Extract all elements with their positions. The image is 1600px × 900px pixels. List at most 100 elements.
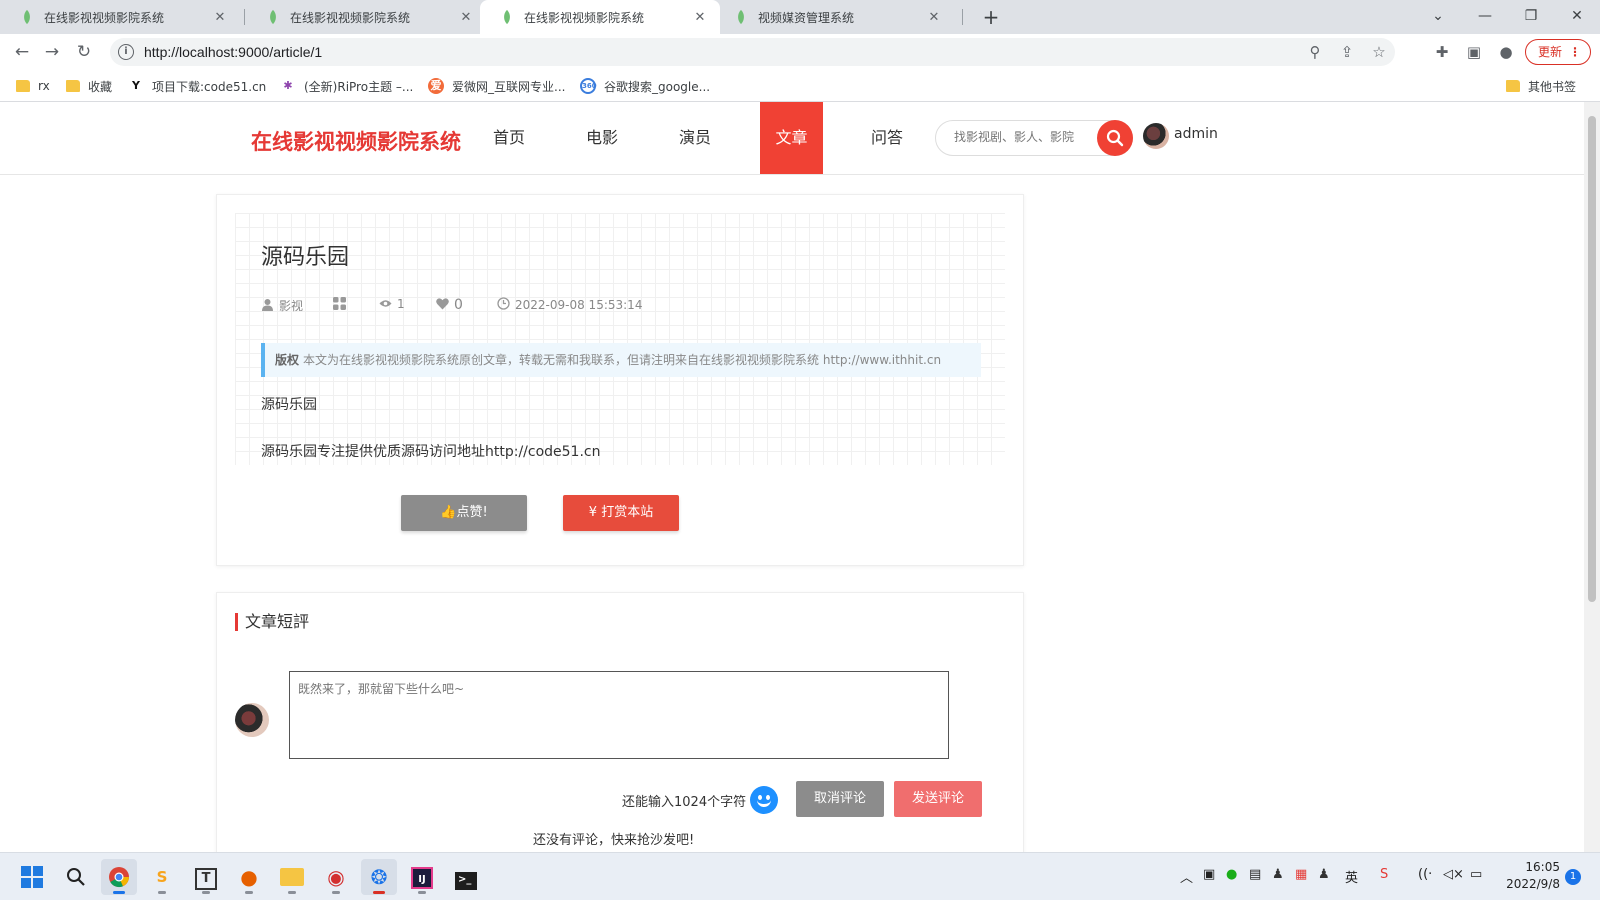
user-avatar[interactable]	[1143, 123, 1169, 149]
nav-articles[interactable]: 文章	[760, 102, 823, 174]
cancel-comment-button[interactable]: 取消评论	[796, 781, 884, 817]
tab-divider	[962, 9, 963, 25]
likes-count: 0	[454, 297, 463, 313]
tray-display-icon[interactable]: ▤	[1249, 867, 1261, 882]
browser-tab-3-active[interactable]: 在线影视视频影院系统 ✕	[480, 0, 720, 34]
bookmark-ripro[interactable]: ✱ (全新)RiPro主题 –...	[280, 77, 413, 95]
tab-title: 在线影视视频影院系统	[44, 10, 165, 25]
chrome-app-icon[interactable]	[101, 859, 137, 895]
snail-app-icon[interactable]: ◉	[318, 859, 354, 895]
minimize-button[interactable]: —	[1462, 0, 1508, 34]
site-header: 在线影视视频影院系统 首页 电影 演员 文章 问答 admin	[0, 102, 1584, 175]
bookmark-folder-favorites[interactable]: 收藏	[66, 77, 112, 95]
ripro-logo-icon: ✱	[283, 79, 293, 92]
search-icon[interactable]	[58, 859, 94, 895]
aiwei-logo-icon: 爱	[428, 78, 444, 94]
firefox-app-icon[interactable]: ●	[231, 859, 267, 895]
comment-textarea[interactable]	[289, 671, 949, 759]
close-window-button[interactable]: ✕	[1554, 0, 1600, 34]
forward-arrow-icon[interactable]: →	[38, 40, 66, 64]
intellij-app-icon[interactable]: IJ	[404, 859, 440, 895]
navicat-app-icon[interactable]: ❂	[361, 859, 397, 895]
tray-qq-icon-2[interactable]: ♟	[1318, 867, 1330, 882]
search-button[interactable]	[1097, 120, 1133, 156]
comment-card: 文章短評 还能输入1024个字符 取消评论 发送评论 还没有评论，快来抢沙发吧!	[216, 592, 1024, 852]
extensions-puzzle-icon[interactable]: ✚	[1430, 40, 1454, 64]
file-explorer-app-icon[interactable]	[274, 859, 310, 895]
volume-muted-icon[interactable]: ◁×	[1443, 867, 1464, 882]
sublime-text-app-icon[interactable]: S	[144, 859, 180, 895]
article-views: 1	[379, 297, 405, 311]
tray-intellij-icon[interactable]: ▣	[1203, 867, 1215, 882]
tray-grid-icon[interactable]: ▦	[1295, 867, 1307, 882]
tab-title: 视频媒资管理系统	[758, 10, 855, 25]
share-icon[interactable]: ⇪	[1331, 43, 1363, 61]
send-comment-button[interactable]: 发送评论	[894, 781, 982, 817]
browser-tab-4[interactable]: 视频媒资管理系统 ✕	[714, 0, 954, 34]
update-button[interactable]: 更新 ⋮	[1525, 39, 1591, 65]
bookmark-label: (全新)RiPro主题 –...	[304, 79, 414, 94]
scrollbar-thumb[interactable]	[1588, 116, 1596, 602]
tab-search-chevron-icon[interactable]: ⌄	[1415, 0, 1461, 34]
restore-button[interactable]: ❐	[1508, 0, 1554, 34]
side-panel-icon[interactable]: ▣	[1462, 40, 1486, 64]
close-tab-icon[interactable]: ✕	[692, 10, 708, 25]
site-info-icon[interactable]: i	[118, 44, 134, 60]
zoom-icon[interactable]: ⚲	[1299, 43, 1331, 61]
tray-qq-icon[interactable]: ♟	[1272, 867, 1284, 882]
like-button[interactable]: 👍点赞!	[401, 495, 527, 531]
back-arrow-icon[interactable]: ←	[8, 40, 36, 64]
tray-sogou-icon[interactable]: S	[1380, 867, 1388, 882]
close-tab-icon[interactable]: ✕	[212, 10, 228, 25]
nav-home[interactable]: 首页	[478, 102, 540, 174]
profile-icon[interactable]: ●	[1494, 40, 1518, 64]
update-label: 更新	[1538, 45, 1563, 59]
article-category[interactable]	[333, 297, 351, 313]
nav-actors[interactable]: 演员	[664, 102, 726, 174]
browser-tab-1[interactable]: 在线影视视频影院系统 ✕	[0, 0, 240, 34]
browser-tab-2[interactable]: 在线影视视频影院系统 ✕	[246, 0, 486, 34]
nav-qa[interactable]: 问答	[856, 102, 918, 174]
nav-movies[interactable]: 电影	[571, 102, 633, 174]
comments-heading: 文章短評	[235, 613, 309, 631]
wifi-icon[interactable]: ((·	[1418, 867, 1432, 882]
article-title: 源码乐园	[261, 245, 350, 270]
folder-icon	[1506, 80, 1520, 92]
close-tab-icon[interactable]: ✕	[458, 10, 474, 25]
close-tab-icon[interactable]: ✕	[926, 10, 942, 25]
user-name[interactable]: admin	[1174, 126, 1218, 142]
notification-badge[interactable]: 1	[1565, 869, 1581, 885]
typora-app-icon[interactable]: T	[188, 859, 224, 895]
article-author[interactable]: 影视	[261, 297, 303, 314]
bookmark-google[interactable]: 360 谷歌搜索_google...	[580, 77, 710, 95]
bookmark-code51[interactable]: Y 项目下载:code51.cn	[128, 77, 266, 95]
ime-indicator[interactable]: 英	[1345, 867, 1358, 886]
url-text[interactable]: http://localhost:9000/article/1	[144, 44, 1299, 60]
article-grid-background	[235, 213, 1005, 465]
page-scrollbar[interactable]	[1584, 102, 1600, 852]
tray-overflow-chevron-icon[interactable]: ︿	[1180, 867, 1193, 886]
menu-dots-icon: ⋮	[1569, 45, 1581, 59]
bookmark-label: 爱微网_互联网专业...	[452, 79, 566, 94]
eye-icon	[379, 297, 392, 311]
folder-icon	[16, 80, 30, 92]
tray-wechat-icon[interactable]: ●	[1226, 867, 1237, 882]
terminal-app-icon[interactable]: >_	[448, 859, 484, 895]
address-bar[interactable]: i http://localhost:9000/article/1 ⚲ ⇪ ☆	[110, 38, 1395, 66]
new-tab-button[interactable]: +	[978, 4, 1004, 30]
taskbar-clock[interactable]: 16:05 2022/9/8	[1480, 859, 1560, 893]
site-favicon-icon	[734, 10, 748, 24]
tip-button[interactable]: ¥ 打赏本站	[563, 495, 679, 531]
bookmark-folder-other[interactable]: 其他书签	[1506, 77, 1576, 95]
reload-icon[interactable]: ↻	[70, 40, 98, 64]
bookmark-aiwei[interactable]: 爱 爱微网_互联网专业...	[428, 77, 565, 95]
bookmark-star-icon[interactable]: ☆	[1363, 43, 1395, 61]
start-windows-icon[interactable]	[14, 859, 50, 895]
site-search-input[interactable]	[954, 130, 1084, 144]
page-viewport: 在线影视视频影院系统 首页 电影 演员 文章 问答 admin 源码乐园 影视	[0, 102, 1584, 852]
emoji-smiley-icon[interactable]	[750, 786, 778, 814]
folder-icon	[66, 80, 80, 92]
bookmark-label: 其他书签	[1528, 79, 1577, 94]
site-logo[interactable]: 在线影视视频影院系统	[251, 126, 461, 156]
bookmark-folder-rx[interactable]: rx	[16, 77, 50, 95]
